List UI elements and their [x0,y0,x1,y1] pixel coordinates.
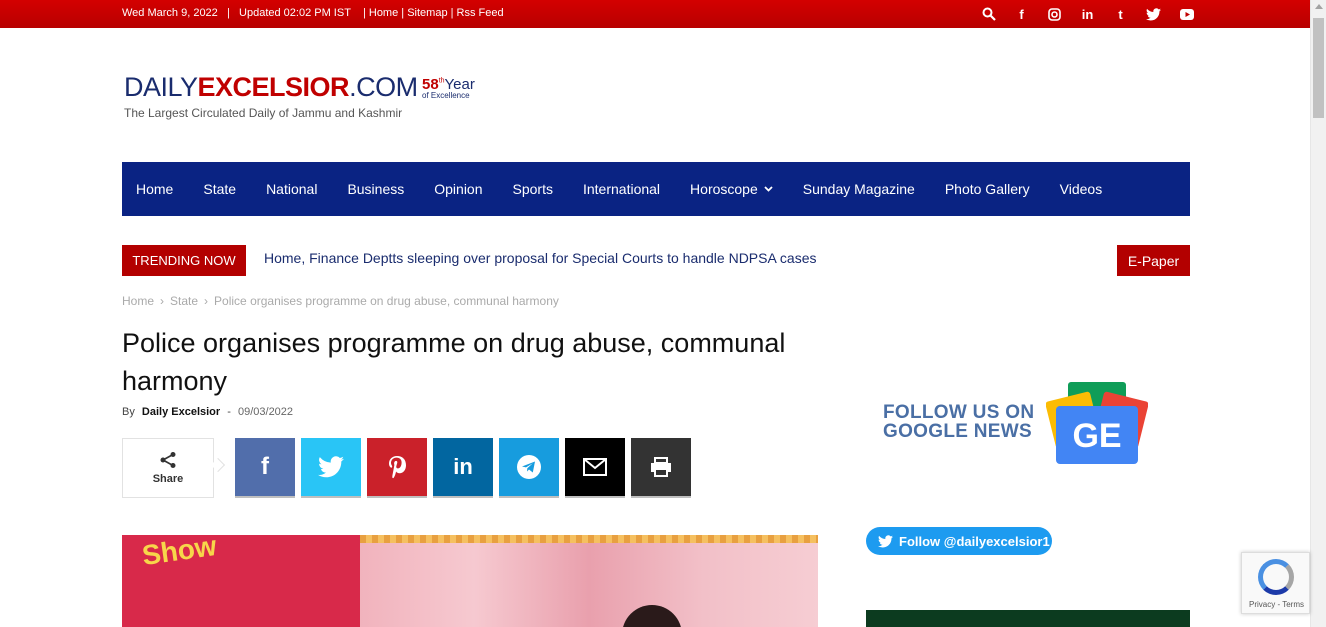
telegram-icon [517,455,541,479]
share-print-button[interactable] [631,438,691,498]
trending-now-label: TRENDING NOW [122,245,246,276]
share-telegram-button[interactable] [499,438,559,498]
top-bar: Wed March 9, 2022 | Updated 02:02 PM IST… [0,0,1310,28]
logo-wordmark: DAILYEXCELSIOR.COM [124,72,418,102]
share-linkedin-button[interactable]: in [433,438,493,498]
pinterest-icon [389,456,406,479]
facebook-icon: f [261,453,269,480]
share-pinterest-button[interactable] [367,438,427,498]
nav-home[interactable]: Home [136,181,173,197]
nav-sports[interactable]: Sports [513,181,553,197]
share-facebook-button[interactable]: f [235,438,295,498]
share-label-box: Share [122,438,214,498]
facebook-icon[interactable]: f [1005,5,1038,23]
nav-state[interactable]: State [203,181,236,197]
recaptcha-icon [1258,559,1294,595]
svg-text:GE: GE [1072,417,1121,455]
twitter-icon [318,456,344,478]
nav-opinion[interactable]: Opinion [434,181,482,197]
breadcrumb-state[interactable]: State [170,294,198,308]
nav-sunday-magazine[interactable]: Sunday Magazine [803,181,915,197]
share-email-button[interactable] [565,438,625,498]
recaptcha-privacy-terms[interactable]: Privacy - Terms [1242,600,1311,609]
chevron-down-icon [764,184,773,194]
updated-time: Updated 02:02 PM IST [239,7,351,19]
youtube-icon[interactable] [1170,5,1203,23]
follow-google-news-link[interactable]: FOLLOW US ON GOOGLE NEWS [883,403,1034,441]
share-icon [160,452,176,468]
social-icons: f in t [972,5,1203,23]
breadcrumb-home[interactable]: Home [122,294,154,308]
sidebar-ad-banner[interactable] [866,610,1190,627]
author-link[interactable]: Daily Excelsior [142,406,220,418]
top-link-sitemap[interactable]: Sitemap [407,7,447,19]
main-nav: Home State National Business Opinion Spo… [122,162,1190,216]
current-date: Wed March 9, 2022 [122,7,218,19]
logo-tagline: The Largest Circulated Daily of Jammu an… [124,106,403,120]
epaper-button[interactable]: E-Paper [1117,245,1190,276]
nav-horoscope[interactable]: Horoscope [690,181,773,197]
nav-photo-gallery[interactable]: Photo Gallery [945,181,1030,197]
instagram-icon[interactable] [1038,5,1071,23]
email-icon [583,458,607,476]
nav-horoscope-label: Horoscope [690,181,758,197]
nav-national[interactable]: National [266,181,317,197]
article-image: Show [122,535,818,627]
twitter-follow-label: Follow @dailyexcelsior1 [899,533,1050,549]
trending-headline-link[interactable]: Home, Finance Deptts sleeping over propo… [264,250,817,266]
article-byline: By Daily Excelsior - 09/03/2022 [122,406,294,418]
twitter-bird-icon [878,534,893,547]
top-link-rss[interactable]: Rss Feed [457,7,504,19]
nav-videos[interactable]: Videos [1060,181,1103,197]
logo-years-badge: 58thYear of Excellence [422,76,475,100]
share-twitter-button[interactable] [301,438,361,498]
share-label: Share [152,473,184,485]
scroll-up-arrow-icon[interactable] [1315,4,1323,9]
nav-business[interactable]: Business [347,181,404,197]
top-bar-info: Wed March 9, 2022 | Updated 02:02 PM IST… [122,7,504,19]
twitter-icon[interactable] [1137,5,1170,23]
top-link-home[interactable]: Home [369,7,398,19]
linkedin-icon[interactable]: in [1071,5,1104,23]
site-logo[interactable]: DAILYEXCELSIOR.COM 58thYear of Excellenc… [124,72,475,120]
google-news-icon[interactable]: GE [1046,382,1148,466]
print-icon [651,457,671,477]
linkedin-icon: in [453,454,473,479]
article-date: 09/03/2022 [237,406,294,418]
search-icon[interactable] [972,5,1005,23]
scroll-thumb[interactable] [1313,18,1324,118]
breadcrumb-current: Police organises programme on drug abuse… [214,294,559,308]
nav-international[interactable]: International [583,181,660,197]
page-scrollbar[interactable] [1310,0,1326,627]
twitter-follow-button[interactable]: Follow @dailyexcelsior1 [866,527,1052,555]
article-title: Police organises programme on drug abuse… [122,328,786,396]
breadcrumb: Home › State › Police organises programme on… [122,294,559,308]
tumblr-icon[interactable]: t [1104,5,1137,23]
recaptcha-badge[interactable]: Privacy - Terms [1241,552,1310,614]
